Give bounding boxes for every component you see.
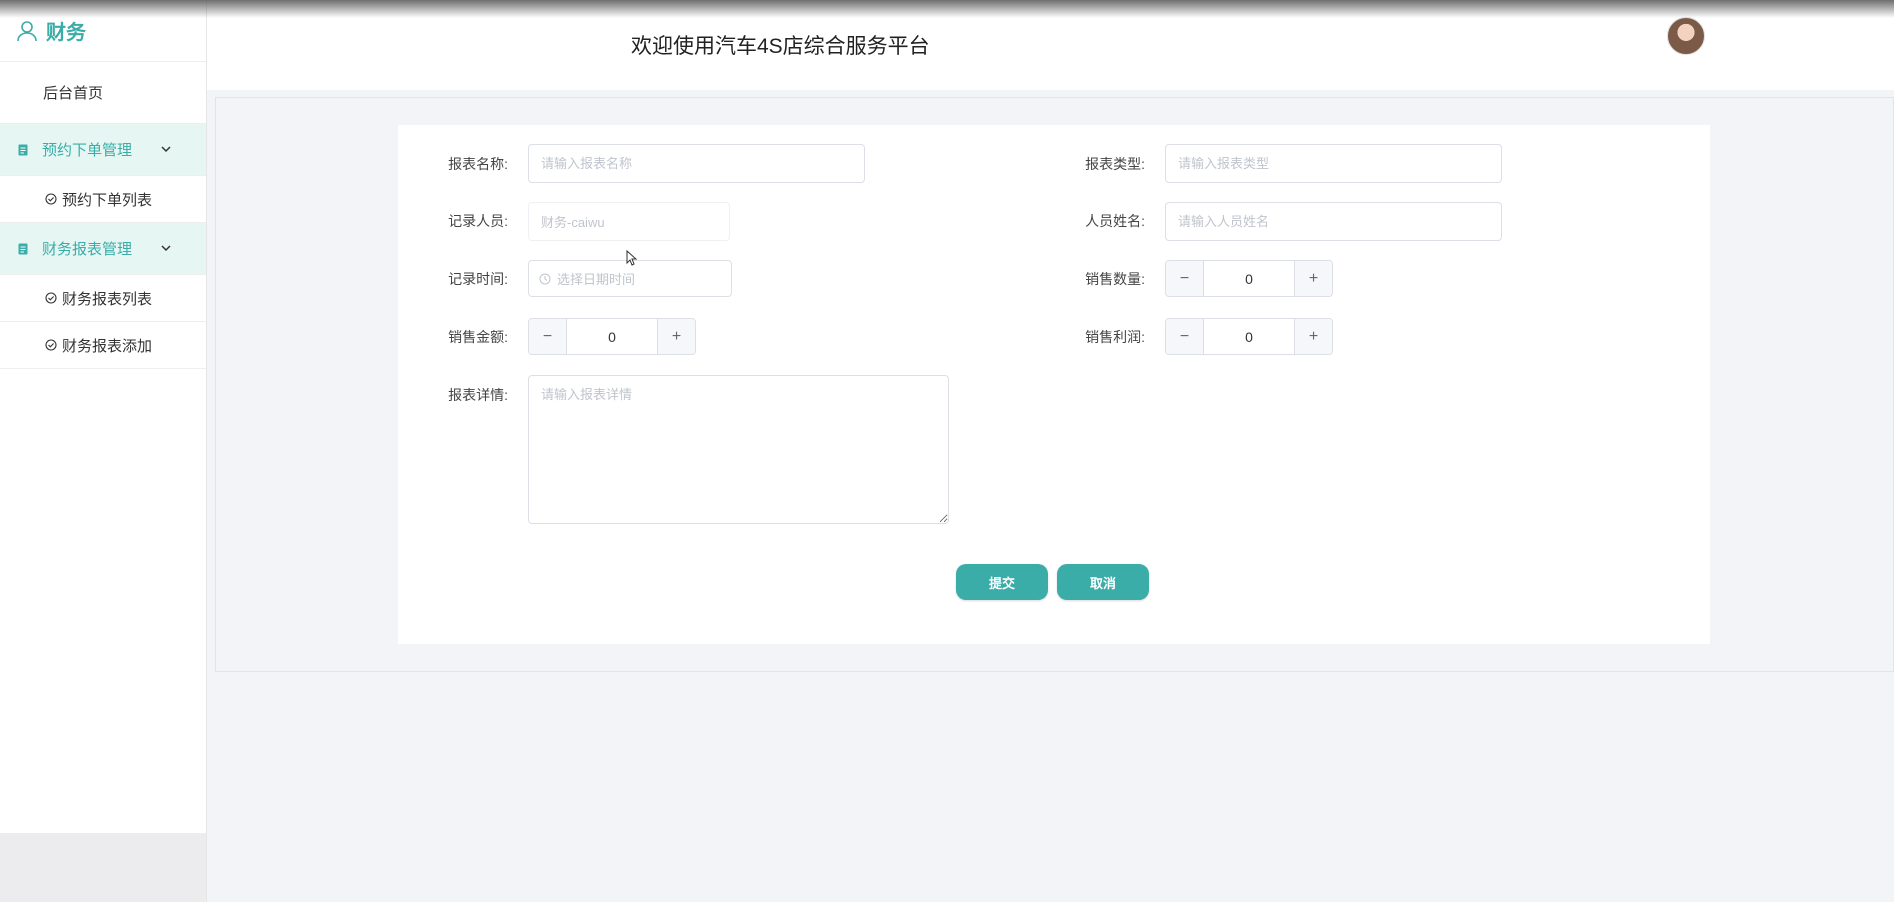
decrement-button[interactable]: −: [1166, 261, 1204, 296]
chevron-down-icon[interactable]: [160, 242, 172, 254]
cancel-button[interactable]: 取消: [1057, 564, 1149, 600]
sidebar-brand: 财务: [0, 0, 206, 62]
sidebar-group-appointments[interactable]: 预约下单管理: [0, 124, 206, 176]
increment-button[interactable]: +: [657, 319, 695, 354]
details-textarea[interactable]: [528, 375, 949, 524]
person-name-label: 人员姓名:: [1085, 213, 1145, 229]
sales-profit-stepper: − 0 +: [1165, 318, 1333, 355]
sales-qty-label: 销售数量:: [1085, 271, 1145, 287]
sidebar-item-appointment-list[interactable]: 预约下单列表: [0, 176, 206, 223]
details-label: 报表详情:: [448, 387, 508, 403]
sidebar-group-label: 预约下单管理: [42, 142, 133, 159]
app-root: 财务 后台首页 预约下单管理 预约下单列表 财务报表管理 财务报表列表 财务报表…: [0, 0, 1894, 902]
sales-amount-value[interactable]: 0: [567, 319, 657, 354]
sidebar-item-label: 财务报表添加: [62, 337, 153, 355]
report-type-label: 报表类型:: [1085, 156, 1145, 172]
sidebar-item-label: 预约下单列表: [62, 191, 153, 209]
avatar[interactable]: [1667, 17, 1705, 55]
document-icon: [18, 144, 28, 155]
sidebar-item-report-add[interactable]: 财务报表添加: [0, 322, 206, 369]
mouse-cursor-icon: [626, 250, 638, 266]
sidebar-panel: 财务 后台首页 预约下单管理 预约下单列表 财务报表管理 财务报表列表 财务报表…: [0, 0, 206, 833]
brand-label: 财务: [46, 22, 86, 44]
sales-amount-label: 销售金额:: [448, 329, 508, 345]
sidebar-group-label: 财务报表管理: [42, 241, 133, 258]
decrement-button[interactable]: −: [529, 319, 567, 354]
check-circle-icon: [45, 339, 57, 351]
sidebar-group-finance[interactable]: 财务报表管理: [0, 223, 206, 275]
sales-profit-label: 销售利润:: [1085, 329, 1145, 345]
sidebar-item-label: 财务报表列表: [62, 290, 153, 308]
person-name-input[interactable]: [1165, 202, 1502, 241]
sales-profit-value[interactable]: 0: [1204, 319, 1294, 354]
report-name-label: 报表名称:: [448, 156, 508, 172]
record-time-placeholder: 选择日期时间: [557, 272, 636, 287]
report-form: 报表名称: 报表类型: 记录人员: 人员姓名: 记录时间: 选择日期时间 销售数…: [398, 125, 1710, 644]
sales-qty-value[interactable]: 0: [1204, 261, 1294, 296]
sales-amount-stepper: − 0 +: [528, 318, 696, 355]
report-name-input[interactable]: [528, 144, 865, 183]
sidebar-item-home[interactable]: 后台首页: [0, 62, 206, 124]
submit-button[interactable]: 提交: [956, 564, 1048, 600]
increment-button[interactable]: +: [1294, 319, 1332, 354]
recorder-input: [528, 202, 730, 241]
sidebar-item-label: 后台首页: [43, 85, 104, 102]
sales-qty-stepper: − 0 +: [1165, 260, 1333, 297]
sidebar-item-report-list[interactable]: 财务报表列表: [0, 275, 206, 322]
chevron-down-icon[interactable]: [160, 143, 172, 155]
recorder-label: 记录人员:: [448, 213, 508, 229]
increment-button[interactable]: +: [1294, 261, 1332, 296]
check-circle-icon: [45, 193, 57, 205]
user-icon: [17, 20, 37, 41]
header: 欢迎使用汽车4S店综合服务平台: [207, 0, 1894, 90]
page-title: 欢迎使用汽车4S店综合服务平台: [631, 35, 930, 58]
report-type-input[interactable]: [1165, 144, 1502, 183]
check-circle-icon: [45, 292, 57, 304]
decrement-button[interactable]: −: [1166, 319, 1204, 354]
document-icon: [18, 243, 28, 254]
sidebar: 财务 后台首页 预约下单管理 预约下单列表 财务报表管理 财务报表列表 财务报表…: [0, 0, 207, 902]
record-time-label: 记录时间:: [448, 271, 508, 287]
clock-icon: [539, 273, 551, 284]
